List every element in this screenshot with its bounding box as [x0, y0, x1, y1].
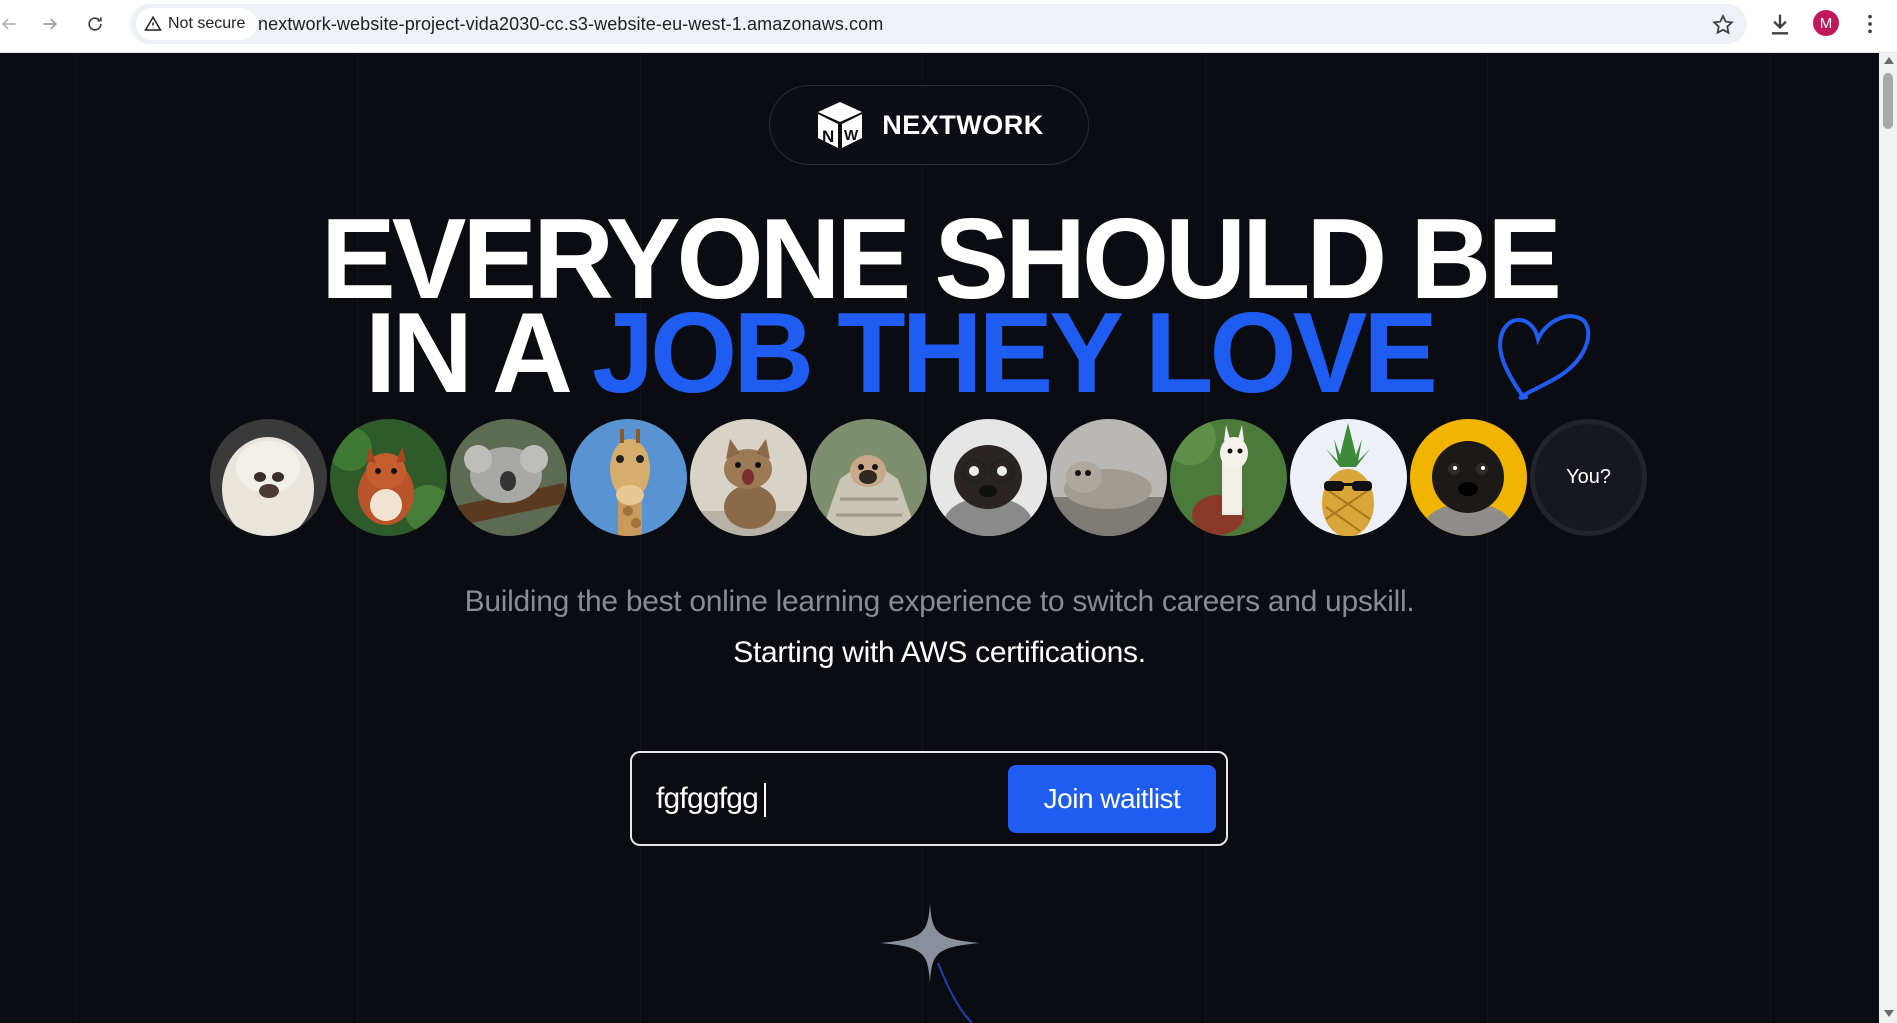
headline-accent: JOB THEY LOVE — [591, 288, 1438, 417]
landing-page: N W NEXTWORK EVERYONE SHOULD BE IN A JOB… — [0, 53, 1879, 1023]
avatar-sheep-dog — [210, 419, 327, 536]
security-label: Not secure — [168, 15, 246, 32]
avatar-koala — [450, 419, 567, 536]
star-icon[interactable] — [1711, 13, 1735, 37]
join-waitlist-button[interactable]: Join waitlist — [1008, 765, 1216, 833]
kebab-menu-icon[interactable] — [1860, 10, 1880, 38]
email-input[interactable] — [656, 775, 986, 823]
arrow-left-icon — [1, 18, 16, 30]
headline-prefix: IN A — [365, 288, 569, 417]
download-icon[interactable] — [1766, 10, 1794, 38]
you-avatar: You? — [1530, 419, 1647, 536]
arrow-right-icon — [43, 18, 58, 30]
scroll-down-arrow-icon[interactable] — [1884, 1010, 1894, 1017]
sub-tagline: Starting with AWS certifications. — [733, 636, 1146, 669]
address-bar[interactable]: Not secure nextwork-website-project-vida… — [130, 4, 1747, 44]
avatar-pug-blanket — [810, 419, 927, 536]
url-text[interactable]: nextwork-website-project-vida2030-cc.s3-… — [258, 14, 883, 35]
avatar-pineapple-sunglasses — [1290, 419, 1407, 536]
avatar-giraffe — [570, 419, 687, 536]
avatar-squirrel — [330, 419, 447, 536]
brand-logo[interactable]: N W NEXTWORK — [769, 85, 1089, 165]
browser-toolbar: Not secure nextwork-website-project-vida… — [0, 0, 1897, 53]
brand-name: NEXTWORK — [882, 109, 1044, 140]
reload-button[interactable] — [80, 9, 110, 39]
nextwork-cube-icon: N W — [818, 102, 863, 148]
page-scrollbar[interactable] — [1879, 53, 1897, 1023]
reload-icon — [88, 17, 102, 31]
avatar-pug-glasses — [930, 419, 1047, 536]
avatar-kitten — [690, 419, 807, 536]
tagline: Building the best online learning experi… — [464, 585, 1415, 618]
grid-line — [75, 53, 76, 1023]
warning-triangle-icon — [144, 15, 162, 31]
forward-button[interactable] — [35, 9, 65, 39]
avatar-llama — [1170, 419, 1287, 536]
text-caret — [764, 783, 766, 817]
security-chip[interactable]: Not secure — [136, 8, 258, 40]
grid-line — [1770, 53, 1771, 1023]
scroll-up-arrow-icon[interactable] — [1884, 57, 1894, 64]
avatar-pug-yellow — [1410, 419, 1527, 536]
back-button[interactable] — [0, 9, 24, 39]
svg-text:W: W — [844, 127, 859, 144]
avatar-row: You? — [210, 419, 1647, 536]
sparkle-star-icon — [880, 903, 980, 1023]
heart-outline-icon — [1498, 314, 1591, 400]
avatar-seal — [1050, 419, 1167, 536]
profile-avatar[interactable]: M — [1813, 10, 1839, 36]
scroll-thumb[interactable] — [1883, 73, 1893, 129]
waitlist-form: Join waitlist — [630, 751, 1228, 846]
svg-text:N: N — [822, 127, 834, 146]
